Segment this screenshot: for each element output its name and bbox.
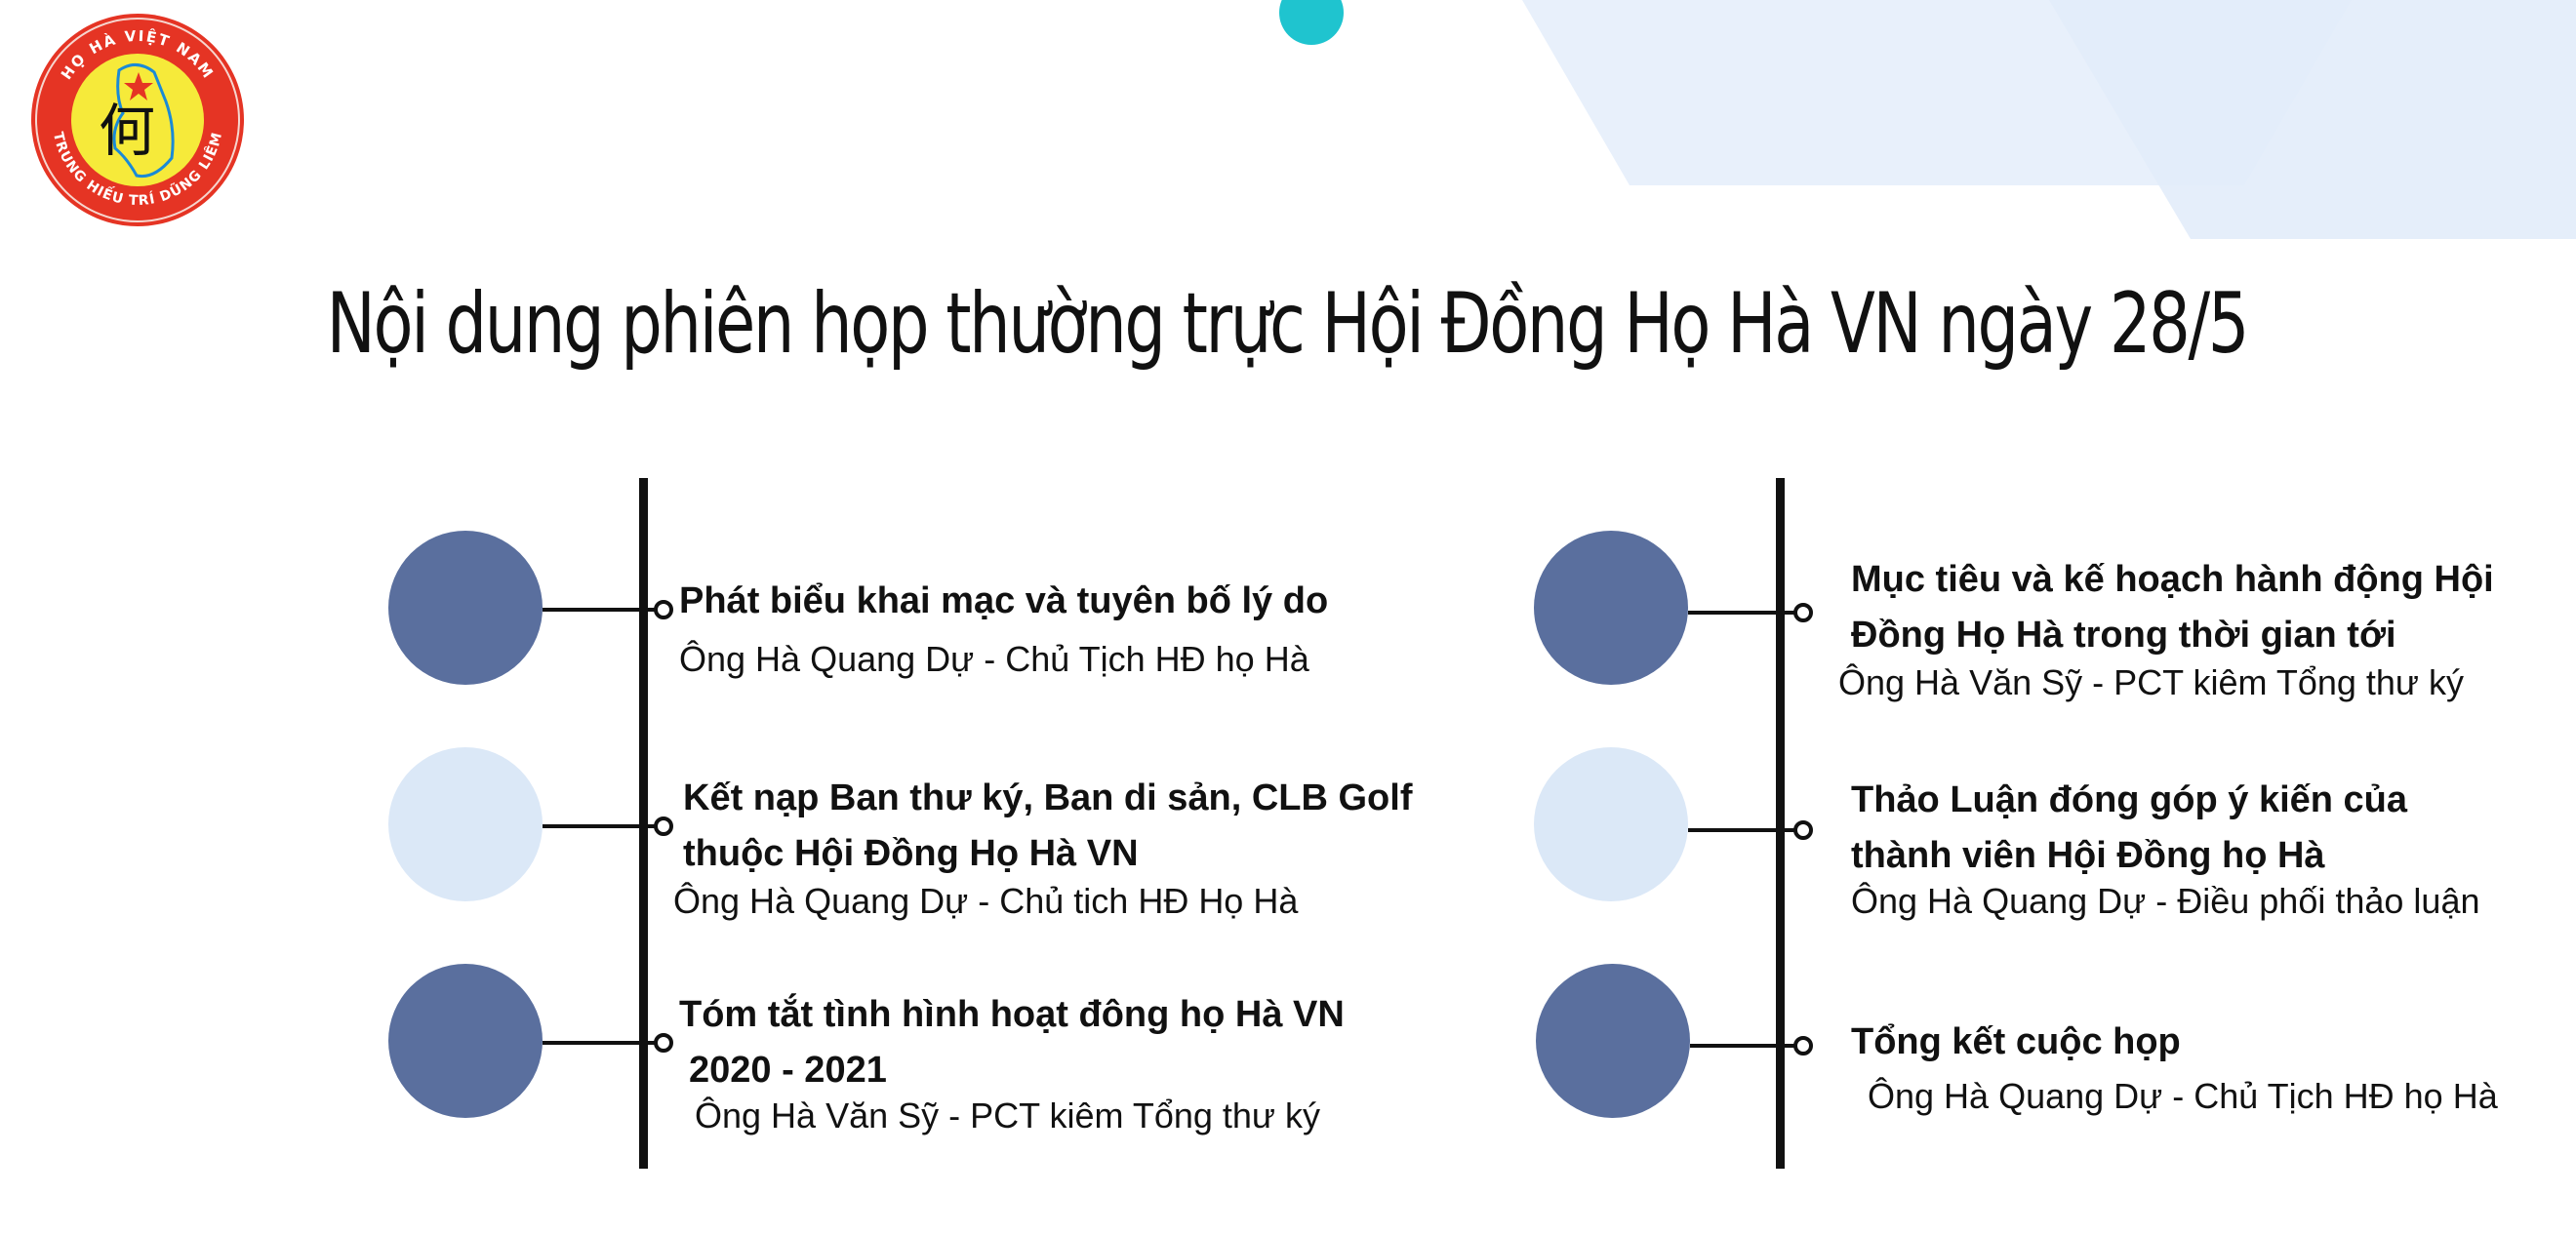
timeline-left	[639, 478, 648, 1169]
background-shapes	[1522, 0, 2576, 239]
agenda-item-title: Kết nạp Ban thư ký, Ban di sản, CLB Golf	[683, 777, 1413, 818]
connector-line	[1688, 611, 1797, 615]
agenda-item-speaker: Ông Hà Văn Sỹ - PCT kiêm Tổng thư ký	[1838, 662, 2465, 702]
agenda-item-title: Đồng Họ Hà trong thời gian tới	[1851, 615, 2396, 656]
timeline-right	[1776, 478, 1785, 1169]
connector-dot	[654, 600, 673, 619]
agenda-circle	[388, 747, 543, 901]
agenda-item-speaker: Ông Hà Quang Dự - Chủ tich HĐ Họ Hà	[673, 881, 1299, 921]
agenda-item-title: Tóm tắt tình hình hoạt đông họ Hà VN	[679, 994, 1345, 1035]
connector-dot	[1793, 820, 1813, 840]
logo-glyph: 何	[99, 98, 155, 164]
agenda-circle	[388, 964, 543, 1118]
agenda-circle	[1536, 964, 1690, 1118]
connector-dot	[1793, 1036, 1813, 1056]
agenda-item-title: Tổng kết cuộc họp	[1851, 1021, 2181, 1062]
agenda-item-title: Mục tiêu và kế hoạch hành động Hội	[1851, 559, 2494, 600]
agenda-item-title: thuộc Hội Đồng Họ Hà VN	[683, 833, 1139, 874]
connector-line	[543, 824, 660, 828]
agenda-item-title: Phát biểu khai mạc và tuyên bố lý do	[679, 580, 1329, 621]
agenda-circle	[388, 531, 543, 685]
connector-line	[543, 1041, 660, 1045]
agenda-item-speaker: Ông Hà Quang Dự - Điều phối thảo luận	[1851, 881, 2480, 921]
connector-dot	[1793, 603, 1813, 622]
agenda-item-speaker: Ông Hà Quang Dự - Chủ Tịch HĐ họ Hà	[679, 639, 1309, 679]
agenda-item-title: thành viên Hội Đồng họ Hà	[1851, 835, 2325, 876]
agenda-circle	[1534, 531, 1688, 685]
connector-line	[1688, 828, 1797, 832]
agenda-circle	[1534, 747, 1688, 901]
connector-line	[1690, 1044, 1797, 1048]
agenda-item-speaker: Ông Hà Văn Sỹ - PCT kiêm Tổng thư ký	[695, 1096, 1321, 1135]
connector-line	[543, 608, 660, 612]
agenda-item-title: 2020 - 2021	[689, 1050, 887, 1091]
agenda-item-title: Thảo Luận đóng góp ý kiến của	[1851, 779, 2408, 820]
ho-ha-logo: 何 HỌ HÀ VIỆT NAM TRUNG HIẾU TRÍ DŨNG LIÊ…	[31, 14, 244, 226]
bg-polygon-right	[2049, 0, 2576, 239]
connector-dot	[654, 817, 673, 836]
agenda-item-speaker: Ông Hà Quang Dự - Chủ Tịch HĐ họ Hà	[1868, 1076, 2498, 1116]
connector-dot	[654, 1033, 673, 1053]
page-title: Nội dung phiên họp thường trực Hội Đồng …	[326, 275, 2250, 373]
